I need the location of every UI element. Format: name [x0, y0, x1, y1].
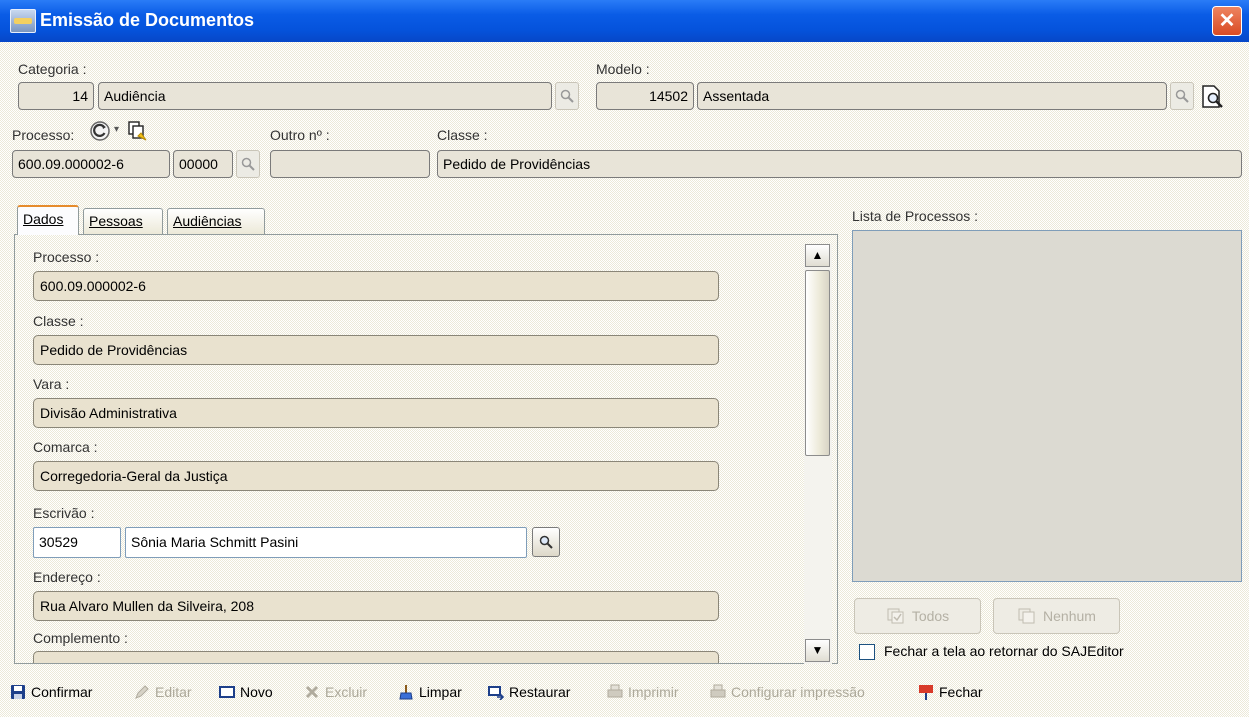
restaurar-button[interactable]: Restaurar — [488, 684, 570, 700]
printer-settings-icon — [710, 684, 726, 698]
todos-button[interactable]: Todos — [854, 598, 981, 634]
dados-endereco-field[interactable]: Rua Alvaro Mullen da Silveira, 208 — [33, 591, 719, 621]
modelo-name-field[interactable]: Assentada — [697, 82, 1167, 110]
app-icon — [10, 9, 36, 33]
modelo-search-icon[interactable] — [1170, 82, 1194, 110]
select-none-icon — [1018, 608, 1035, 624]
categoria-name-field[interactable]: Audiência — [98, 82, 552, 110]
fechar-label: Fechar — [939, 684, 983, 700]
tab-pessoas-label: Pessoas — [89, 213, 143, 229]
tab-dados-label: Dados — [23, 211, 64, 227]
processo-label: Processo: — [12, 127, 75, 143]
classe-label: Classe : — [437, 127, 488, 143]
editar-label: Editar — [155, 684, 192, 700]
imprimir-button[interactable]: Imprimir — [607, 684, 679, 700]
escrivao-search-icon[interactable] — [532, 527, 560, 557]
configurar-label: Configurar impressão — [731, 684, 865, 700]
close-button[interactable]: ✕ — [1212, 6, 1242, 36]
modelo-label: Modelo : — [596, 61, 650, 77]
tab-pessoas[interactable]: Pessoas — [83, 208, 163, 234]
novo-label: Novo — [240, 684, 273, 700]
modelo-code-field[interactable]: 14502 — [596, 82, 694, 110]
dados-endereco-label: Endereço : — [33, 569, 101, 585]
escrivao-name-field[interactable]: Sônia Maria Schmitt Pasini — [125, 527, 527, 558]
categoria-search-icon[interactable] — [555, 82, 579, 110]
dados-comarca-label: Comarca : — [33, 439, 98, 455]
dados-processo-field[interactable]: 600.09.000002-6 — [33, 271, 719, 301]
limpar-label: Limpar — [419, 684, 462, 700]
escrivao-code-field[interactable]: 30529 — [33, 527, 121, 558]
printer-icon — [607, 684, 623, 698]
scroll-up-icon[interactable]: ▲ — [805, 244, 830, 267]
tab-dados[interactable]: Dados — [17, 205, 79, 235]
categoria-label: Categoria : — [18, 61, 87, 77]
nenhum-button[interactable]: Nenhum — [993, 598, 1120, 634]
new-document-icon — [219, 686, 235, 698]
preview-document-icon[interactable] — [1200, 84, 1226, 110]
copy-process-icon[interactable] — [126, 120, 148, 142]
classe-field[interactable]: Pedido de Providências — [437, 150, 1242, 178]
edit-icon — [135, 685, 149, 699]
exit-sign-icon — [919, 685, 933, 700]
dados-classe-field[interactable]: Pedido de Providências — [33, 335, 719, 365]
dados-vara-label: Vara : — [33, 376, 70, 392]
dados-scrollbar[interactable]: ▲ ▼ — [804, 244, 832, 664]
floppy-disk-icon — [11, 685, 25, 699]
excluir-label: Excluir — [325, 684, 368, 700]
lista-processos-label: Lista de Processos : — [852, 208, 979, 224]
novo-button[interactable]: Novo — [219, 684, 273, 700]
fechar-button[interactable]: Fechar — [918, 684, 983, 700]
dados-classe-label: Classe : — [33, 313, 84, 329]
main-window: Emissão de Documentos ✕ Categoria : 14 A… — [0, 0, 1249, 717]
processo-suffix-field[interactable]: 00000 — [173, 150, 233, 178]
dados-processo-label: Processo : — [33, 249, 100, 265]
tab-audiencias-label: Audiências — [173, 213, 242, 229]
select-all-icon — [887, 608, 904, 624]
imprimir-label: Imprimir — [628, 684, 679, 700]
nenhum-button-label: Nenhum — [1043, 608, 1096, 624]
broom-icon — [399, 685, 413, 700]
limpar-button[interactable]: Limpar — [398, 684, 462, 700]
categoria-code-field[interactable]: 14 — [18, 82, 94, 110]
dados-vara-field[interactable]: Divisão Administrativa — [33, 398, 719, 428]
dados-escrivao-label: Escrivão : — [33, 505, 95, 521]
configurar-impressao-button[interactable]: Configurar impressão — [710, 684, 865, 700]
delete-icon — [305, 685, 319, 699]
confirmar-button[interactable]: Confirmar — [10, 684, 92, 700]
title-bar[interactable]: Emissão de Documentos ✕ — [0, 0, 1249, 42]
dados-panel: Processo : 600.09.000002-6 Classe : Pedi… — [14, 234, 838, 664]
restaurar-label: Restaurar — [509, 684, 571, 700]
excluir-button[interactable]: Excluir — [304, 684, 367, 700]
window-title: Emissão de Documentos — [40, 10, 255, 30]
processo-number-field[interactable]: 600.09.000002-6 — [12, 150, 170, 178]
editar-button[interactable]: Editar — [134, 684, 192, 700]
refresh-icon[interactable] — [89, 120, 111, 142]
outro-label: Outro nº : — [270, 127, 330, 143]
processo-search-icon[interactable] — [236, 150, 260, 178]
todos-button-label: Todos — [911, 608, 950, 624]
dados-comarca-field[interactable]: Corregedoria-Geral da Justiça — [33, 461, 719, 491]
tab-audiencias[interactable]: Audiências — [167, 208, 265, 234]
dropdown-arrow-icon[interactable]: ▾ — [114, 124, 119, 135]
scroll-thumb[interactable] — [805, 270, 830, 456]
bottom-toolbar: Confirmar Editar Novo Excluir Limpar Res… — [0, 640, 1249, 700]
lista-processos-list[interactable] — [852, 230, 1242, 582]
confirmar-label: Confirmar — [31, 684, 93, 700]
outro-field[interactable] — [270, 150, 430, 178]
restore-icon — [488, 686, 504, 700]
